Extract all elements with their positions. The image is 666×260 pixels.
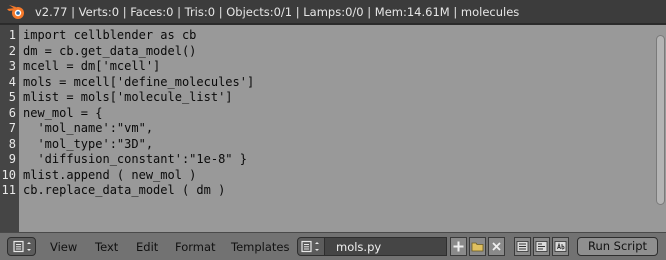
line-number: 1: [8, 28, 16, 42]
line-number: 2: [8, 43, 16, 58]
syntax-highlight-toggle[interactable]: [552, 237, 569, 256]
blender-logo-icon[interactable]: [6, 3, 26, 21]
menu-edit[interactable]: Edit: [136, 240, 158, 254]
line-number: 3: [8, 59, 16, 73]
code-line[interactable]: 'diffusion_constant':"1e-8" }: [23, 152, 247, 168]
code-line[interactable]: 'mol_name':"vm",: [23, 121, 153, 137]
menu-format[interactable]: Format: [175, 240, 216, 254]
code-line[interactable]: new_mol = {: [23, 106, 102, 122]
text-editor-area[interactable]: 1 2 3 4 5 6 7 8 9 10 11 import cellblend…: [0, 24, 666, 232]
line-numbers-icon: [515, 238, 530, 255]
unlink-text-button[interactable]: [488, 237, 505, 256]
code-line[interactable]: dm = cb.get_data_model(): [23, 44, 196, 60]
line-number: 4: [8, 74, 16, 89]
menu-view[interactable]: View: [50, 240, 77, 254]
line-number: 11: [1, 183, 16, 197]
line-number: 10: [1, 167, 16, 182]
line-number: 9: [8, 152, 16, 166]
close-icon: [489, 238, 504, 255]
code-line[interactable]: cb.replace_data_model ( dm ): [23, 183, 225, 199]
menu-templates[interactable]: Templates: [231, 240, 289, 254]
text-browse-button[interactable]: [297, 237, 325, 256]
syntax-highlight-icon: [553, 238, 568, 255]
folder-icon: [470, 238, 485, 255]
editor-type-selector[interactable]: [7, 237, 36, 256]
code-line[interactable]: import cellblender as cb: [23, 28, 196, 44]
menu-text[interactable]: Text: [95, 240, 118, 254]
open-text-button[interactable]: [469, 237, 486, 256]
word-wrap-toggle[interactable]: [533, 237, 550, 256]
line-number: 7: [8, 121, 16, 135]
plus-icon: [451, 238, 466, 255]
code-line[interactable]: mcell = dm['mcell']: [23, 59, 160, 75]
line-number: 8: [8, 136, 16, 151]
line-number: 6: [8, 105, 16, 120]
text-name-field[interactable]: mols.py: [324, 237, 447, 256]
line-numbers-toggle[interactable]: [514, 237, 531, 256]
text-editor-header: View Text Edit Format Templates mols.py: [0, 232, 666, 260]
new-text-button[interactable]: [450, 237, 467, 256]
line-number-gutter: 1 2 3 4 5 6 7 8 9 10 11: [0, 25, 19, 232]
code-line[interactable]: mlist.append ( new_mol ): [23, 168, 196, 184]
word-wrap-icon: [534, 238, 549, 255]
scene-stats-text: v2.77 | Verts:0 | Faces:0 | Tris:0 | Obj…: [35, 5, 520, 19]
code-line[interactable]: mlist = mols['molecule_list']: [23, 90, 233, 106]
text-editor-icon: [8, 238, 35, 255]
run-script-button[interactable]: Run Script: [577, 237, 658, 256]
line-number: 5: [8, 90, 16, 104]
text-browse-icon: [298, 238, 324, 255]
info-bar: v2.77 | Verts:0 | Faces:0 | Tris:0 | Obj…: [0, 0, 666, 24]
vertical-scrollbar[interactable]: [656, 35, 665, 205]
code-line[interactable]: mols = mcell['define_molecules']: [23, 75, 254, 91]
code-line[interactable]: 'mol_type':"3D",: [23, 137, 153, 153]
